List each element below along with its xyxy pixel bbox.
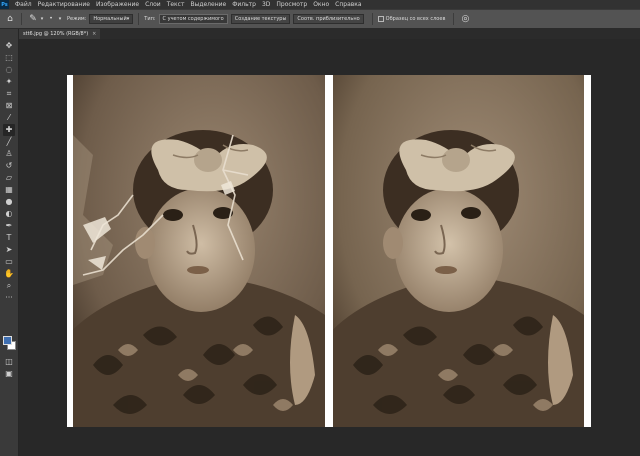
quick-select-icon[interactable]: ✦ — [3, 76, 15, 88]
menu-help[interactable]: Справка — [332, 0, 364, 9]
restored-photo-image — [333, 75, 584, 427]
options-bar: ⌂ ✎ ▾ • ▾ Режим: Нормальный ▾ Тип: С уче… — [0, 9, 640, 29]
sample-all-layers-label: Образец со всех слоев — [385, 16, 446, 22]
foreground-color-swatch[interactable] — [3, 336, 12, 345]
close-icon[interactable]: × — [92, 31, 96, 37]
divider — [453, 13, 455, 25]
screen-mode-icon[interactable]: ▣ — [3, 368, 15, 380]
spot-healing-brush-icon[interactable]: ✎ — [27, 13, 39, 25]
move-icon[interactable]: ✥ — [3, 40, 15, 52]
type-label: Тип: — [144, 16, 156, 22]
dodge-icon[interactable]: ◐ — [3, 208, 15, 220]
history-brush-icon[interactable]: ↺ — [3, 160, 15, 172]
type-icon[interactable]: T — [3, 232, 15, 244]
quick-mask-icon[interactable]: ◫ — [3, 356, 15, 368]
eyedropper-icon[interactable]: ⁄ — [3, 112, 15, 124]
menu-type[interactable]: Текст — [164, 0, 188, 9]
document-tab-bar: stt6.jpg @ 120% (RGB/8*) × — [19, 29, 640, 39]
menu-select[interactable]: Выделение — [187, 0, 229, 9]
frame-icon[interactable]: ⊠ — [3, 100, 15, 112]
menu-3d[interactable]: 3D — [259, 0, 273, 9]
canvas-area[interactable] — [19, 39, 640, 456]
pen-icon[interactable]: ✒ — [3, 220, 15, 232]
menu-filter[interactable]: Фильтр — [229, 0, 259, 9]
create-texture-button[interactable]: Создание текстуры — [230, 14, 291, 24]
more-tools-icon[interactable]: ··· — [3, 292, 15, 304]
document-tab[interactable]: stt6.jpg @ 120% (RGB/8*) × — [19, 29, 101, 39]
menu-bar: Ps Файл Редактирование Изображение Слои … — [0, 0, 640, 9]
document-canvas[interactable] — [67, 75, 591, 427]
mode-value: Нормальный — [93, 16, 127, 22]
gradient-icon[interactable]: ▦ — [3, 184, 15, 196]
blur-icon[interactable]: ● — [3, 196, 15, 208]
divider — [371, 13, 373, 25]
menu-view[interactable]: Просмотр — [273, 0, 310, 9]
restored-photo — [333, 75, 584, 427]
document-tab-title: stt6.jpg @ 120% (RGB/8*) — [23, 31, 89, 37]
marquee-icon[interactable]: ⬚ — [3, 52, 15, 64]
chevron-down-icon: ▾ — [126, 16, 130, 22]
menu-edit[interactable]: Редактирование — [35, 0, 93, 9]
menu-image[interactable]: Изображение — [93, 0, 142, 9]
photoshop-logo: Ps — [0, 0, 9, 9]
content-aware-button[interactable]: С учетом содержимого — [158, 14, 228, 24]
original-photo-image — [73, 75, 325, 427]
eraser-icon[interactable]: ▱ — [3, 172, 15, 184]
sample-all-layers-checkbox[interactable] — [377, 16, 384, 22]
hand-icon[interactable]: ✋ — [3, 268, 15, 280]
divider — [138, 13, 140, 25]
clone-stamp-icon[interactable]: ♙ — [3, 148, 15, 160]
brush-size-icon[interactable]: • — [45, 13, 57, 25]
zoom-icon[interactable]: ⌕ — [3, 280, 15, 292]
menu-window[interactable]: Окно — [310, 0, 332, 9]
spot-healing-icon[interactable]: ✚ — [3, 124, 15, 136]
pressure-size-icon[interactable]: ◎ — [459, 13, 471, 25]
path-select-icon[interactable]: ➤ — [3, 244, 15, 256]
home-icon[interactable]: ⌂ — [4, 13, 16, 25]
divider — [21, 13, 22, 25]
brush-icon[interactable]: ╱ — [3, 136, 15, 148]
original-photo — [73, 75, 325, 427]
proximity-match-button[interactable]: Соотв. приблизительно — [293, 14, 364, 24]
crop-icon[interactable]: ⌗ — [3, 88, 15, 100]
chevron-down-icon[interactable]: ▾ — [57, 13, 63, 25]
mode-select[interactable]: Нормальный ▾ — [89, 14, 134, 24]
lasso-icon[interactable]: ◌ — [3, 64, 15, 76]
menu-layers[interactable]: Слои — [142, 0, 164, 9]
mode-label: Режим: — [67, 16, 87, 22]
shape-icon[interactable]: ▭ — [3, 256, 15, 268]
tools-panel: ✥ ⬚ ◌ ✦ ⌗ ⊠ ⁄ ✚ ╱ ♙ ↺ ▱ ▦ ● ◐ ✒ T ➤ ▭ ✋ … — [0, 29, 19, 456]
menu-file[interactable]: Файл — [12, 0, 35, 9]
